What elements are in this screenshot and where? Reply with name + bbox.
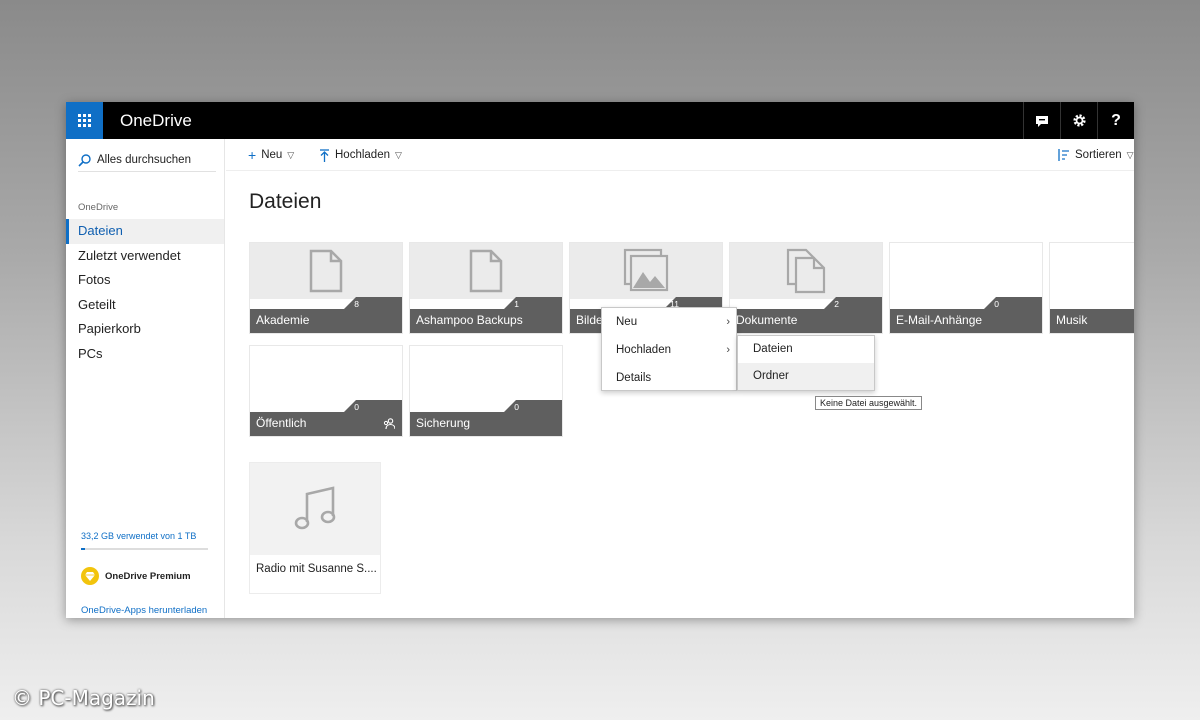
sort-button[interactable]: Sortieren ▽ <box>1057 139 1134 171</box>
new-button[interactable]: + Neu ▽ <box>248 139 294 171</box>
app-launcher-button[interactable] <box>66 102 103 139</box>
shared-people-icon <box>383 418 395 430</box>
submenu-item-dateien[interactable]: Dateien <box>738 336 874 363</box>
top-bar: OneDrive ? <box>66 102 1134 139</box>
storage-fill <box>81 548 86 550</box>
page-title: Dateien <box>249 190 322 213</box>
folder-name: Öffentlich <box>256 416 307 430</box>
search-label: Alles durchsuchen <box>97 154 191 166</box>
download-apps-link[interactable]: OneDrive-Apps herunterladen <box>81 605 207 616</box>
watermark: © PC-Magazin <box>12 686 155 710</box>
tooltip: Keine Datei ausgewählt. <box>815 396 923 410</box>
folder-name: Musik <box>1056 313 1088 327</box>
folder-count: 0 <box>994 299 999 309</box>
context-item-hochladen[interactable]: Hochladen › <box>602 336 736 364</box>
onedrive-window: OneDrive ? Alles durchsuchen OneDrive Da… <box>66 102 1134 618</box>
folder-name: Ashampoo Backups <box>416 313 523 327</box>
search-box[interactable]: Alles durchsuchen <box>78 149 216 172</box>
folder-name: Dokumente <box>736 313 798 327</box>
waffle-icon <box>78 114 91 127</box>
sort-label: Sortieren <box>1075 149 1122 161</box>
folder-tile-akademie[interactable]: 8 Akademie <box>249 242 403 334</box>
documents-icon <box>730 243 882 299</box>
folder-tile-e-mail-anhaenge[interactable]: 0 E-Mail-Anhänge <box>889 242 1043 334</box>
sort-icon <box>1058 149 1069 161</box>
folder-tile-oeffentlich[interactable]: 0 Öffentlich <box>249 345 403 437</box>
chevron-down-icon: ▽ <box>287 149 295 160</box>
nav-section-label: OneDrive <box>78 202 119 213</box>
document-icon <box>410 243 562 299</box>
sidebar-item-zuletzt-verwendet[interactable]: Zuletzt verwendet <box>66 244 224 269</box>
settings-button[interactable] <box>1060 102 1097 139</box>
new-label: Neu <box>261 149 283 161</box>
folder-name: E-Mail-Anhänge <box>896 313 983 327</box>
file-name: Radio mit Susanne S.... <box>256 563 377 575</box>
folder-tile-ashampoo-backups[interactable]: 1 Ashampoo Backups <box>409 242 563 334</box>
help-button[interactable]: ? <box>1097 102 1134 139</box>
file-tile-audio[interactable]: Radio mit Susanne S.... <box>249 462 381 594</box>
sidebar: Alles durchsuchen OneDrive Dateien Zulet… <box>66 139 225 618</box>
chevron-down-icon: ▽ <box>1126 149 1134 160</box>
folder-tile-musik[interactable]: Musik <box>1049 242 1134 334</box>
chevron-right-icon: › <box>726 344 730 356</box>
context-item-label: Hochladen <box>616 344 671 356</box>
chat-button[interactable] <box>1023 102 1060 139</box>
sidebar-item-pcs[interactable]: PCs <box>66 342 224 367</box>
chevron-down-icon: ▽ <box>394 149 402 160</box>
photos-icon <box>570 243 722 299</box>
upload-submenu: Dateien Ordner <box>737 335 875 391</box>
upload-icon <box>320 148 329 162</box>
folder-count: 0 <box>514 402 519 412</box>
music-note-icon <box>250 463 380 555</box>
folder-name: Sicherung <box>416 416 471 430</box>
sidebar-item-fotos[interactable]: Fotos <box>66 268 224 293</box>
context-item-neu[interactable]: Neu › <box>602 308 736 336</box>
folder-name: Akademie <box>256 313 310 327</box>
sidebar-item-papierkorb[interactable]: Papierkorb <box>66 317 224 342</box>
premium-label: OneDrive Premium <box>105 570 191 582</box>
context-menu: Neu › Hochladen › Details <box>601 307 737 391</box>
sidebar-item-dateien[interactable]: Dateien <box>66 219 224 244</box>
context-item-label: Neu <box>616 316 638 328</box>
plus-icon: + <box>248 147 257 163</box>
gear-icon <box>1072 114 1086 127</box>
submenu-item-ordner[interactable]: Ordner <box>738 363 874 390</box>
diamond-icon <box>81 567 99 585</box>
premium-link[interactable]: OneDrive Premium <box>81 567 191 585</box>
upload-button[interactable]: Hochladen ▽ <box>319 139 402 171</box>
folder-count: 2 <box>834 299 839 309</box>
app-title[interactable]: OneDrive <box>120 111 192 131</box>
folder-tile-sicherung[interactable]: 0 Sicherung <box>409 345 563 437</box>
sidebar-item-geteilt[interactable]: Geteilt <box>66 293 224 318</box>
chevron-right-icon: › <box>726 316 730 328</box>
folder-tile-dokumente[interactable]: 2 Dokumente <box>729 242 883 334</box>
folder-count: 0 <box>354 402 359 412</box>
context-item-details[interactable]: Details <box>602 364 736 392</box>
chat-icon <box>1036 115 1048 127</box>
command-bar: + Neu ▽ Hochladen ▽ Sortieren ▽ <box>226 139 1134 171</box>
storage-bar <box>81 548 208 550</box>
context-item-label: Details <box>616 372 652 384</box>
upload-label: Hochladen <box>335 149 390 161</box>
folder-count: 8 <box>354 299 359 309</box>
help-icon: ? <box>1111 111 1121 129</box>
search-icon <box>78 153 91 167</box>
document-icon <box>250 243 402 299</box>
storage-usage-link[interactable]: 33,2 GB verwendet von 1 TB <box>81 531 196 541</box>
folder-count: 1 <box>514 299 519 309</box>
